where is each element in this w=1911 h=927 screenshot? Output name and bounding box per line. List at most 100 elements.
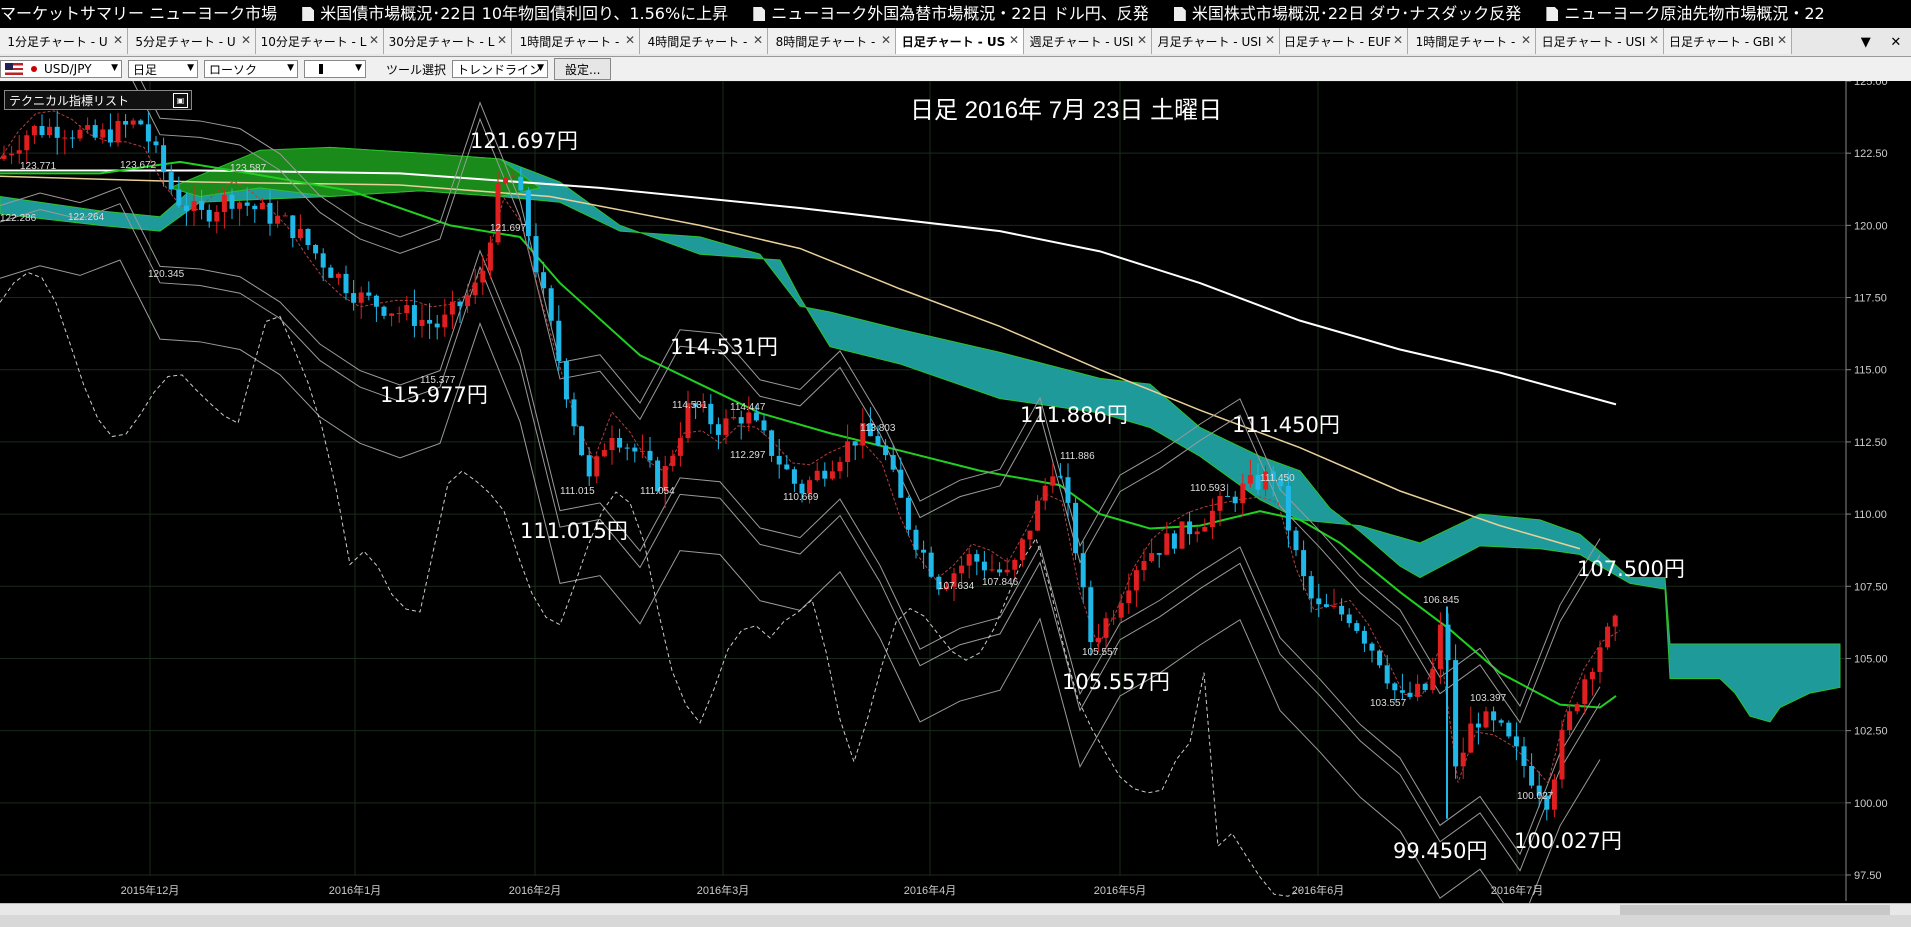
tab-close-icon[interactable]: ✕ [881, 33, 891, 47]
tab-label: 日足チャート - GBI [1669, 34, 1774, 49]
tab-chart-7[interactable]: 日足チャート - US ✕ [896, 28, 1024, 54]
tab-close-icon[interactable]: ✕ [1265, 33, 1275, 47]
us-flag-icon [5, 63, 23, 75]
tab-chart-12[interactable]: 日足チャート - USI ✕ [1536, 28, 1664, 54]
candle-body [1460, 752, 1466, 767]
tab-chart-9[interactable]: 月足チャート - USI ✕ [1152, 28, 1280, 54]
candle-body [1301, 550, 1307, 577]
candle-body [1103, 618, 1109, 638]
tab-chart-11[interactable]: 1時間足チャート - ✕ [1408, 28, 1536, 54]
candle-body [913, 529, 919, 550]
scrollbar-thumb[interactable] [1620, 905, 1890, 915]
tab-scroll-icon[interactable]: ▼ [1861, 35, 1871, 50]
tab-close-icon[interactable]: ✕ [113, 33, 123, 47]
news-ticker[interactable]: マーケットサマリー ニューヨーク市場 米国債市場概況･22日 10年物国債利回り… [0, 0, 1911, 28]
y-tick-label: 110.00 [1854, 509, 1887, 521]
price-marker-label: 123.771 [20, 161, 57, 172]
tab-close-icon[interactable]: ✕ [497, 33, 507, 47]
candle-body [442, 314, 448, 328]
candle-body [39, 126, 45, 136]
candle-body [1057, 476, 1063, 478]
candle-body [1437, 624, 1443, 670]
chart-tab-bar: 1分足チャート - U ✕ 5分足チャート - U ✕ 10分足チャート - L ✕ 30分… [0, 28, 1911, 57]
tab-label: 日足チャート - EUF [1283, 34, 1392, 49]
candle-body [746, 412, 752, 424]
tab-close-icon[interactable]: ✕ [241, 33, 251, 47]
candle-body [708, 403, 714, 425]
tab-close-icon[interactable]: ✕ [1777, 33, 1787, 47]
price-marker-label: 111.054 [640, 486, 675, 497]
drawing-tool-select[interactable]: トレンドライン ▼ [452, 60, 549, 78]
price-marker-label: 123.672 [120, 160, 157, 171]
candle-body [624, 447, 630, 449]
ticker-item[interactable]: 米国株式市場概況･22日 ダウ･ナスダック反発 [1173, 4, 1521, 23]
ticker-item[interactable]: ニューヨーク外国為替市場概況・22日 ドル円、反発 [753, 4, 1149, 23]
collapse-icon[interactable]: ▣ [173, 93, 188, 108]
y-tick-label: 117.50 [1854, 293, 1887, 305]
candle-body [1582, 679, 1588, 705]
price-chart[interactable]: 123.771 123.672 123.587 122.286 122.264 121.6… [0, 38, 1911, 927]
tab-close-icon[interactable]: ✕ [1137, 33, 1147, 47]
tab-close-icon[interactable]: ✕ [1521, 33, 1531, 47]
tab-chart-5[interactable]: 4時間足チャート - ✕ [640, 28, 768, 54]
tab-chart-1[interactable]: 5分足チャート - U ✕ [128, 28, 256, 54]
candle-body [1293, 530, 1299, 551]
candle-body [617, 438, 623, 448]
key-price-label: 111.015円 [520, 519, 628, 543]
y-tick-label: 112.50 [1854, 437, 1887, 449]
price-marker-label: 110.593 [1190, 483, 1226, 494]
timeframe-value: 日足 [133, 62, 158, 77]
tab-label: 8時間足チャート - [775, 34, 876, 49]
candle-body [1240, 483, 1246, 504]
tab-close-icon[interactable]: ✕ [369, 33, 379, 47]
price-marker-label: 111.886 [1060, 451, 1095, 462]
candle-body [404, 305, 410, 314]
tab-chart-3[interactable]: 30分足チャート - L ✕ [384, 28, 512, 54]
tab-close-icon[interactable]: ✕ [625, 33, 635, 47]
candle-body [761, 420, 767, 431]
candle-style-select[interactable]: ▼ [304, 60, 366, 78]
tab-chart-8[interactable]: 週足チャート - USI ✕ [1024, 28, 1152, 54]
ticker-item-text: ニューヨーク原油先物市場概況・22 [1564, 4, 1825, 23]
candle-body [1202, 527, 1208, 532]
price-marker-label: 110.669 [783, 492, 819, 503]
candle-body [107, 129, 113, 143]
ticker-item[interactable]: 米国債市場概況･22日 10年物国債利回り、1.56%に上昇 [302, 4, 728, 23]
chart-type-select[interactable]: ローソク ▼ [204, 60, 298, 78]
tab-chart-4[interactable]: 1時間足チャート - ✕ [512, 28, 640, 54]
candle-body [305, 228, 311, 245]
candle-body [784, 464, 790, 470]
timeframe-select[interactable]: 日足 ▼ [128, 60, 198, 78]
tab-close-icon[interactable]: ✕ [1009, 33, 1019, 47]
candle-body [715, 424, 721, 435]
currency-pair-select[interactable]: USD/JPY ▼ [0, 60, 122, 78]
candle-body [928, 552, 934, 577]
key-price-label: 121.697円 [470, 129, 578, 153]
candle-body [434, 323, 440, 328]
indicator-list-panel[interactable]: テクニカル指標リスト ▣ [4, 90, 192, 110]
candle-body [632, 447, 638, 452]
tab-close-icon[interactable]: ✕ [1649, 33, 1659, 47]
chart-type-value: ローソク [209, 62, 258, 77]
tab-close-all-icon[interactable]: ✕ [1890, 35, 1901, 50]
tab-close-icon[interactable]: ✕ [753, 33, 763, 47]
candle-body [525, 190, 531, 237]
tab-close-icon[interactable]: ✕ [1393, 33, 1403, 47]
tab-chart-13[interactable]: 日足チャート - GBI ✕ [1664, 28, 1792, 54]
candle-body [85, 125, 91, 130]
tab-chart-2[interactable]: 10分足チャート - L ✕ [256, 28, 384, 54]
status-bar [0, 915, 1911, 927]
news-icon [1173, 7, 1186, 21]
tab-chart-0[interactable]: 1分足チャート - U ✕ [0, 28, 128, 54]
tab-chart-6[interactable]: 8時間足チャート - ✕ [768, 28, 896, 54]
ticker-item[interactable]: ニューヨーク原油先物市場概況・22 [1546, 4, 1825, 23]
tab-label: 10分足チャート - L [260, 34, 367, 49]
settings-button[interactable]: 設定... [554, 58, 612, 80]
tab-chart-10[interactable]: 日足チャート - EUF ✕ [1280, 28, 1408, 54]
price-marker-label: 113.803 [860, 423, 896, 434]
x-tick-label: 2016年3月 [697, 883, 750, 897]
news-icon [302, 7, 315, 21]
price-marker-label: 107.634 [938, 581, 975, 592]
chart-canvas[interactable]: 123.771 123.672 123.587 122.286 122.264 121.6… [0, 38, 1911, 927]
candle-body [563, 361, 569, 400]
